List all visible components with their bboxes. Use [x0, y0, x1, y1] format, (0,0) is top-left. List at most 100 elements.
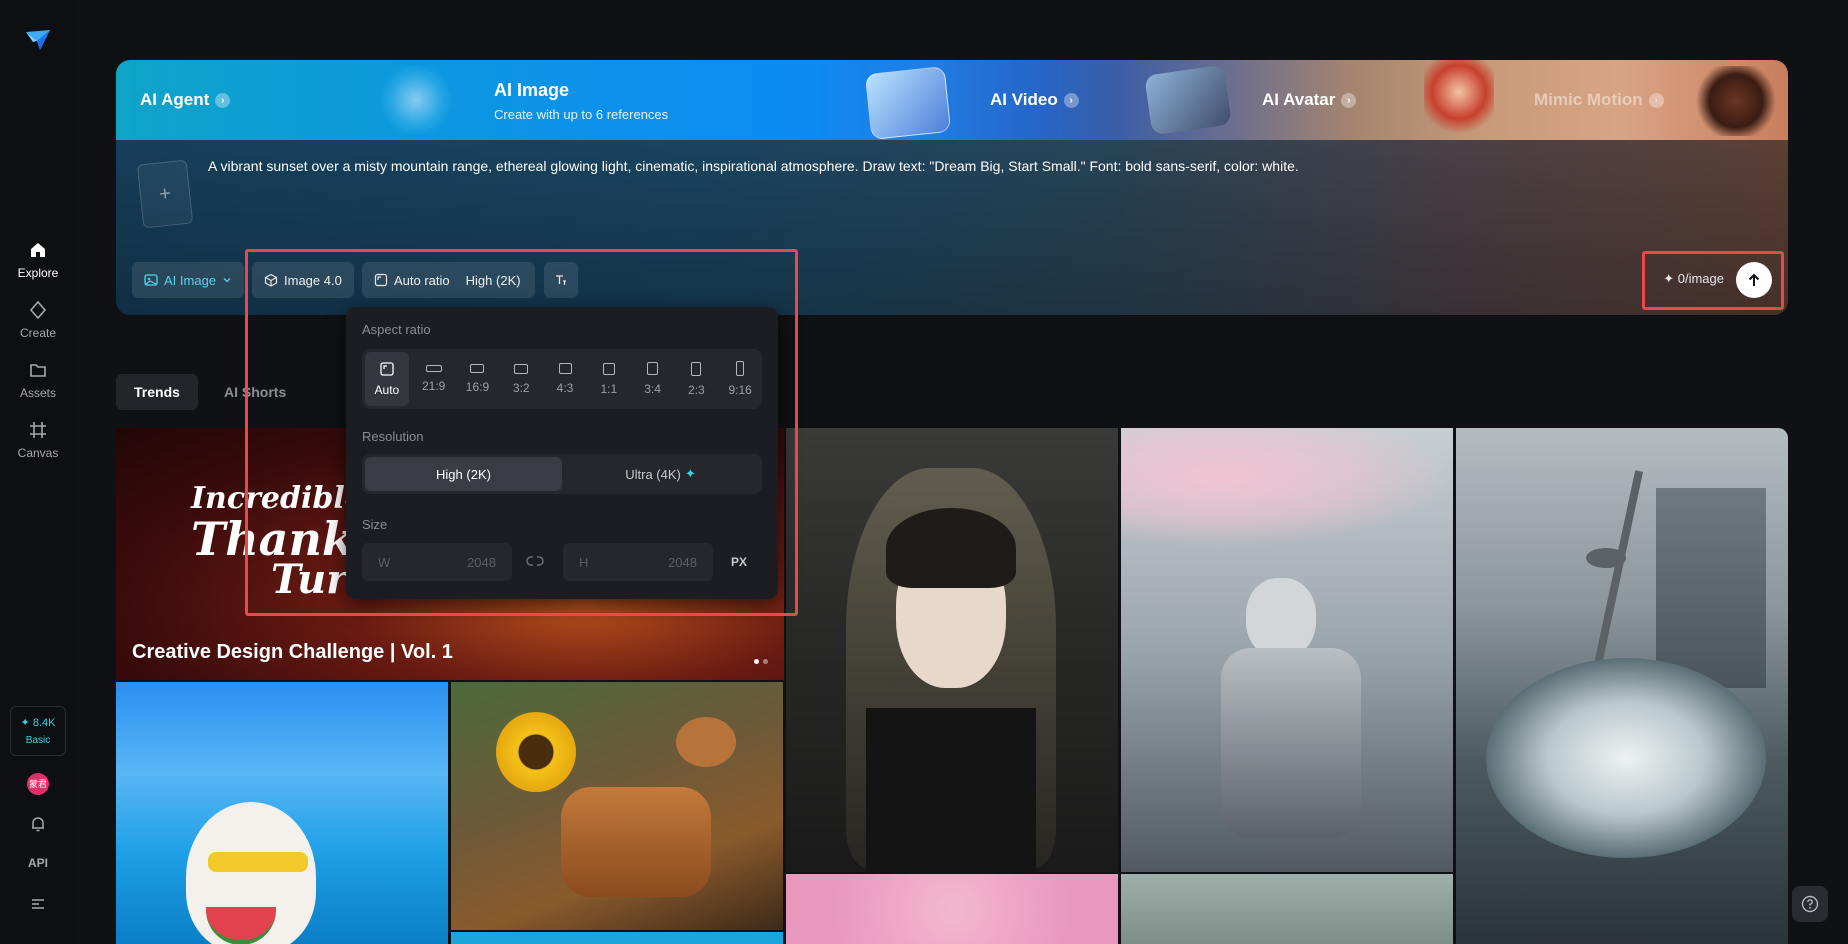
unit-label[interactable]: PX: [731, 555, 747, 569]
nav-assets[interactable]: Assets: [0, 360, 76, 400]
ratio-label: 3:4: [644, 382, 661, 396]
tab-trends[interactable]: Trends: [116, 374, 198, 410]
cube-icon: [264, 273, 278, 287]
width-label: W: [378, 555, 391, 570]
carousel-dot[interactable]: [763, 659, 768, 664]
aspect-ratio-icon: [380, 361, 394, 376]
credits-badge[interactable]: ✦ 8.4K Basic: [10, 706, 66, 756]
motion-art: [1696, 66, 1776, 136]
diamond-icon: [29, 300, 47, 320]
help-button[interactable]: [1792, 886, 1828, 922]
width-input[interactable]: W 2048: [362, 543, 512, 581]
tab-ai-avatar[interactable]: AI Avatar ›: [1262, 60, 1357, 140]
ratio-shape-icon: [558, 363, 572, 374]
aspect-ratio-icon: [374, 273, 388, 287]
gallery-image-pink[interactable]: [786, 874, 1118, 944]
prompt-panel: + A vibrant sunset over a misty mountain…: [116, 140, 1788, 315]
nav-create[interactable]: Create: [0, 300, 76, 340]
resolution-label: Resolution: [362, 429, 424, 444]
height-value: 2048: [668, 555, 697, 570]
feature-title: Creative Design Challenge | Vol. 1: [132, 641, 453, 663]
frame-icon: [30, 422, 46, 438]
menu-icon[interactable]: [28, 894, 48, 914]
tower-pod-shape: [1586, 548, 1626, 568]
ratio-label: Auto: [374, 382, 400, 397]
video-art: [864, 65, 952, 140]
nav-label: Create: [19, 326, 57, 340]
ratio-shape-icon: [691, 361, 702, 376]
text-icon: [556, 275, 566, 285]
ratio-option[interactable]: 16:9: [456, 349, 500, 409]
ratio-option-auto[interactable]: Auto: [365, 352, 409, 406]
gallery-image-robot[interactable]: [1121, 428, 1453, 872]
ratio-option[interactable]: 4:3: [543, 349, 587, 409]
link-icon[interactable]: [526, 554, 544, 568]
api-link[interactable]: API: [0, 856, 76, 870]
nav-canvas[interactable]: Canvas: [0, 420, 76, 460]
height-input[interactable]: H 2048: [563, 543, 713, 581]
chevron-down-icon: [223, 278, 231, 283]
folder-icon: [30, 364, 46, 377]
teapot-machine-shape: [561, 787, 711, 897]
nav-explore[interactable]: Explore: [0, 240, 76, 280]
ratio-shape-icon: [425, 365, 442, 372]
avatar[interactable]: 蒙君: [27, 773, 49, 795]
resolution-option-ultra[interactable]: Ultra (4K) ✦: [562, 457, 759, 491]
buildings-shape: [1656, 488, 1766, 688]
sidebar: Explore Create Assets Canvas ✦ 8.4K Basi…: [0, 0, 76, 944]
resolution-option-label: Ultra (4K): [625, 466, 681, 482]
ratio-option[interactable]: 9:16: [718, 349, 762, 409]
tab-label: AI Agent: [140, 90, 210, 109]
tab-ai-agent[interactable]: AI Agent ›: [140, 60, 231, 140]
tab-ai-video[interactable]: AI Video ›: [990, 60, 1079, 140]
resolution-option-high[interactable]: High (2K): [365, 457, 562, 491]
gallery-image-portrait[interactable]: [786, 428, 1118, 872]
ratio-option[interactable]: 1:1: [587, 349, 631, 409]
ratio-label: 4:3: [556, 381, 574, 395]
mode-select[interactable]: AI Image: [132, 262, 245, 298]
wave-shape: [1486, 658, 1766, 858]
active-tab-title[interactable]: AI Image: [494, 80, 569, 101]
tab-label: Mimic Motion: [1534, 90, 1643, 109]
ratio-label: 9:16: [728, 383, 752, 397]
model-label: Image 4.0: [284, 272, 342, 288]
tab-label: AI Avatar: [1262, 90, 1336, 109]
active-tab-subtitle: Create with up to 6 references: [494, 107, 669, 122]
gallery-image-tsunami[interactable]: [1456, 428, 1788, 944]
model-select[interactable]: Image 4.0: [252, 262, 354, 298]
prompt-input[interactable]: A vibrant sunset over a misty mountain r…: [208, 156, 1508, 176]
ratio-option[interactable]: 3:2: [499, 349, 543, 409]
gallery-image-sunflower[interactable]: [451, 682, 783, 930]
aspect-ratio-label: Aspect ratio: [362, 322, 431, 337]
ratio-option[interactable]: 21:9: [412, 349, 456, 409]
tab-ai-shorts[interactable]: AI Shorts: [206, 374, 304, 410]
add-reference-button[interactable]: +: [136, 159, 194, 229]
question-icon: [1801, 895, 1819, 913]
text-style-button[interactable]: [544, 262, 578, 298]
ratio-shape-icon: [602, 362, 615, 375]
sunflower-shape: [496, 712, 576, 792]
ratio-resolution-select[interactable]: Auto ratio High (2K): [362, 262, 535, 298]
carousel-dots[interactable]: [754, 659, 768, 664]
ratio-shape-icon: [514, 363, 529, 374]
sparkle-icon: ✦: [684, 466, 696, 481]
ratio-shape-icon: [647, 362, 659, 375]
cost-indicator: ✦ 0/image: [1663, 271, 1724, 286]
generate-button[interactable]: [1736, 262, 1772, 298]
robot-head-shape: [1246, 578, 1316, 658]
ratio-shape-icon: [736, 361, 745, 376]
ratio-option[interactable]: 2:3: [674, 349, 718, 409]
ratio-label: Auto ratio: [394, 272, 450, 288]
carousel-dot[interactable]: [754, 659, 759, 664]
home-icon: [31, 243, 45, 257]
nav-label: Assets: [19, 386, 56, 400]
app-logo-icon[interactable]: [24, 26, 52, 54]
width-value: 2048: [467, 555, 496, 570]
ratio-option[interactable]: 3:4: [631, 349, 675, 409]
gallery-image-forest[interactable]: [1121, 874, 1453, 944]
tab-mimic-motion[interactable]: Mimic Motion ›: [1534, 60, 1664, 140]
resolution-options: High (2K) Ultra (4K) ✦: [362, 454, 762, 494]
bell-icon[interactable]: [28, 814, 48, 834]
gallery-image-strip[interactable]: [451, 932, 783, 944]
gallery-image-cat[interactable]: [116, 682, 448, 944]
